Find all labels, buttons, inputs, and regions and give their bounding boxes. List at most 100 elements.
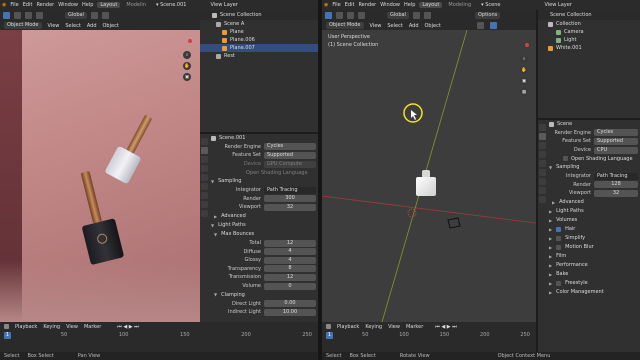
orientation-dropdown[interactable]: Global: [65, 12, 87, 19]
indirect-light-field[interactable]: 10.00: [264, 308, 316, 316]
scene-tab-icon[interactable]: [201, 174, 208, 181]
hair-checkbox[interactable]: [556, 226, 562, 232]
integrator-dropdown[interactable]: Path Tracing: [594, 172, 638, 180]
menu-file[interactable]: File: [10, 2, 18, 8]
total-field[interactable]: 12: [264, 239, 316, 247]
snap-icon[interactable]: [423, 12, 431, 19]
integrator-dropdown[interactable]: Path Tracing: [264, 186, 316, 194]
menu-view[interactable]: View: [370, 23, 382, 29]
performance-section[interactable]: ▶ Performance: [549, 261, 639, 270]
select-mode-icon-2[interactable]: [347, 12, 354, 19]
material-tab-icon[interactable]: [201, 210, 208, 217]
tool-tab-icon[interactable]: [201, 138, 208, 145]
orientation-dropdown[interactable]: Global: [387, 12, 409, 19]
blender-logo-icon[interactable]: ◉: [2, 2, 6, 8]
viewport-samples-field[interactable]: 32: [594, 189, 638, 197]
menu-view[interactable]: View: [66, 324, 78, 330]
glossy-field[interactable]: 4: [264, 256, 316, 264]
menu-render[interactable]: Render: [358, 2, 376, 8]
output-tab-icon[interactable]: [201, 156, 208, 163]
pivot-icon[interactable]: [90, 12, 98, 19]
motion-blur-section[interactable]: ▶ Motion Blur: [549, 243, 639, 252]
film-section[interactable]: ▶ Film: [549, 252, 639, 261]
feature-set-dropdown[interactable]: Supported: [264, 151, 316, 159]
menu-object[interactable]: Object: [425, 23, 441, 29]
render-engine-dropdown[interactable]: Cycles: [264, 143, 316, 151]
camera-view-icon[interactable]: ▣: [520, 77, 528, 85]
transmission-field[interactable]: 12: [264, 273, 316, 281]
menu-view[interactable]: View: [388, 324, 400, 330]
output-tab-icon[interactable]: [539, 142, 546, 149]
hand-pan-icon[interactable]: ✋: [520, 66, 528, 74]
select-mode-icon-3[interactable]: [36, 12, 43, 19]
mode-dropdown[interactable]: Object Mode: [4, 22, 42, 29]
menu-marker[interactable]: Marker: [84, 324, 101, 330]
timeline-editor-icon[interactable]: [326, 324, 331, 329]
volumes-section[interactable]: ▶ Volumes: [549, 216, 639, 225]
outliner-item-scene-a[interactable]: Scene A: [200, 20, 318, 28]
tool-tab-icon[interactable]: [539, 124, 546, 131]
select-mode-icon-2[interactable]: [25, 12, 32, 19]
outliner-item-plane-007[interactable]: Plane.007: [200, 44, 318, 52]
freestyle-section[interactable]: ▶ Freestyle: [549, 279, 639, 288]
menu-view[interactable]: View: [48, 23, 60, 29]
view-layer-tab-icon[interactable]: [201, 165, 208, 172]
view-layer-tab-icon[interactable]: [539, 151, 546, 158]
camera-view-icon[interactable]: ▣: [183, 73, 191, 81]
viewport-samples-field[interactable]: 32: [264, 203, 316, 211]
timeline-ruler[interactable]: 0 50 100 150 200 250: [0, 332, 318, 340]
clamping-section[interactable]: ▼ Clamping: [211, 290, 317, 299]
select-mode-icon-3[interactable]: [358, 12, 365, 19]
menu-edit[interactable]: Edit: [23, 2, 33, 8]
render-samples-field[interactable]: 128: [594, 181, 638, 189]
sampling-section[interactable]: ▼ Sampling: [549, 163, 639, 172]
current-frame-indicator[interactable]: 1: [4, 332, 11, 339]
menu-window[interactable]: Window: [58, 2, 78, 8]
bake-section[interactable]: ▶ Bake: [549, 270, 639, 279]
menu-keying[interactable]: Keying: [43, 324, 60, 330]
select-mode-icon[interactable]: [14, 12, 21, 19]
select-tool-icon[interactable]: [3, 12, 10, 19]
direct-light-field[interactable]: 0.00: [264, 300, 316, 308]
outliner-item-light[interactable]: Light: [538, 36, 640, 44]
hair-section[interactable]: ▶ Hair: [549, 225, 639, 234]
snap-icon[interactable]: [101, 12, 109, 19]
timeline-editor-icon[interactable]: [4, 324, 9, 329]
grid-view-icon[interactable]: ▦: [520, 88, 528, 96]
workspace-tab-layout[interactable]: Layout: [97, 2, 121, 8]
axis-gizmo-icon[interactable]: [183, 34, 197, 48]
outliner-item-plane-006[interactable]: Plane.006: [200, 36, 318, 44]
render-tab-icon[interactable]: [539, 133, 546, 140]
modifiers-tab-icon[interactable]: [201, 201, 208, 208]
device-dropdown[interactable]: GPU Compute: [264, 160, 316, 168]
playback-controls[interactable]: ⏮ ◀ ▶ ⏭: [435, 324, 456, 330]
shading-rendered-icon[interactable]: [489, 22, 497, 29]
menu-add[interactable]: Add: [87, 23, 97, 29]
scene-tab-icon[interactable]: [539, 160, 546, 167]
current-frame-indicator[interactable]: 1: [326, 332, 333, 339]
menu-select[interactable]: Select: [387, 23, 402, 29]
simplify-section[interactable]: ▶ Simplify: [549, 234, 639, 243]
freestyle-checkbox[interactable]: [556, 280, 562, 286]
color-management-section[interactable]: ▶ Color Management: [549, 288, 639, 297]
shading-solid-icon[interactable]: [476, 22, 484, 29]
outliner-item-camera[interactable]: Camera: [538, 28, 640, 36]
outliner-item-collection[interactable]: Collection: [538, 20, 640, 28]
select-tool-icon[interactable]: [325, 12, 332, 19]
max-bounces-section[interactable]: ▼ Max Bounces: [211, 230, 317, 239]
outliner-item-plane[interactable]: Plane: [200, 28, 318, 36]
menu-help[interactable]: Help: [404, 2, 415, 8]
menu-file[interactable]: File: [332, 2, 340, 8]
workspace-tab-modeling[interactable]: Modeling: [446, 2, 473, 8]
light-paths-section[interactable]: ▶ Light Paths: [549, 207, 639, 216]
menu-keying[interactable]: Keying: [365, 324, 382, 330]
zoom-icon[interactable]: ⌕: [183, 51, 191, 59]
view-layer-selector[interactable]: View Layer: [544, 2, 571, 8]
left-render-viewport[interactable]: ⌕ ✋ ▣: [0, 30, 200, 322]
render-engine-dropdown[interactable]: Cycles: [594, 129, 638, 137]
mode-dropdown[interactable]: Object Mode: [326, 22, 364, 29]
pivot-icon[interactable]: [412, 12, 420, 19]
scene-selector[interactable]: ▾ Scene.001: [156, 2, 187, 8]
menu-help[interactable]: Help: [82, 2, 93, 8]
menu-select[interactable]: Select: [65, 23, 80, 29]
